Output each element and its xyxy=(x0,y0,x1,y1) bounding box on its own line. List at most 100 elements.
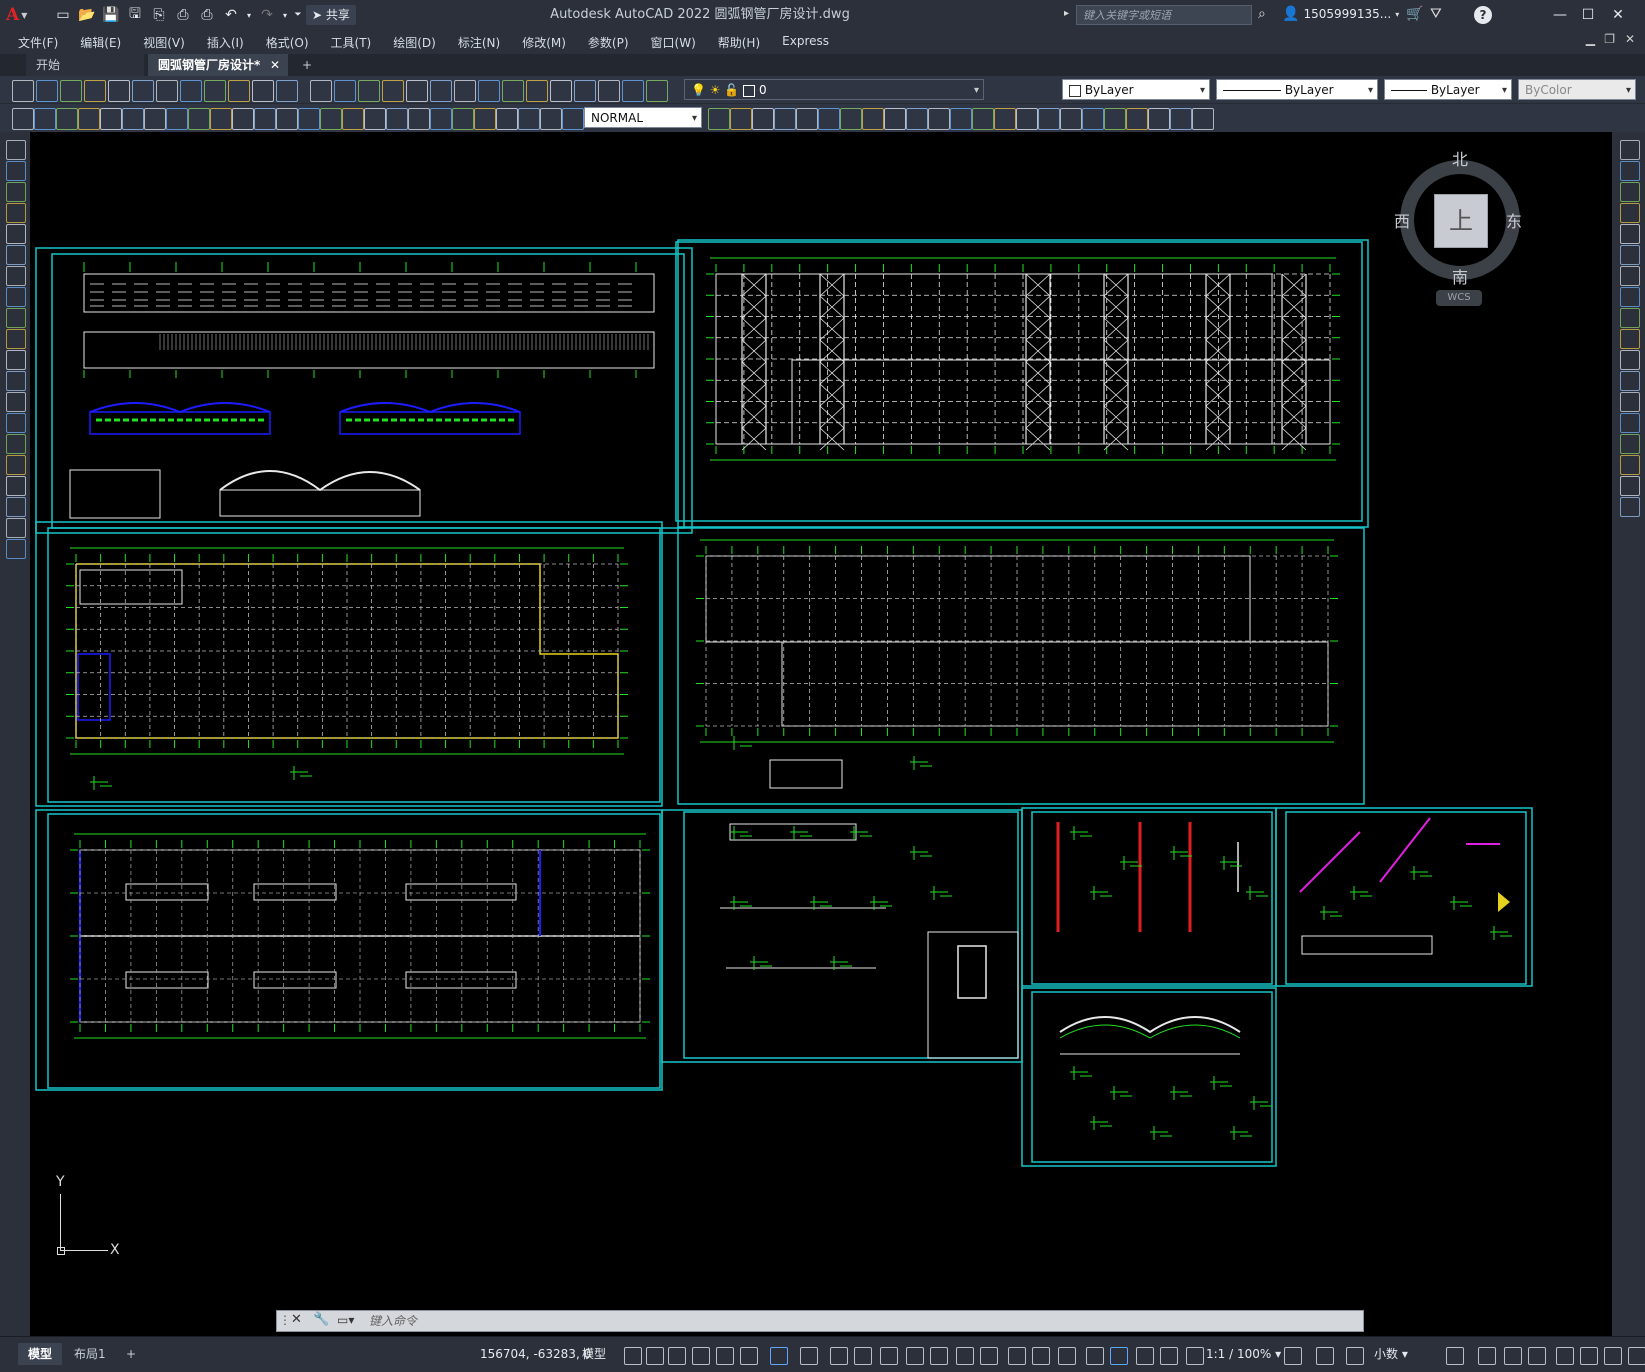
toolbar-tool-icon[interactable] xyxy=(132,80,154,102)
toolbar-tool-icon[interactable] xyxy=(100,108,122,130)
cloud-open-icon[interactable]: ⎘ xyxy=(148,4,170,26)
menu-item-7[interactable]: 标注(N) xyxy=(447,34,511,51)
side-tool-icon[interactable] xyxy=(6,476,26,496)
status-toggle-icon[interactable] xyxy=(1504,1347,1522,1365)
menu-item-8[interactable]: 修改(M) xyxy=(511,34,577,51)
undo-icon[interactable]: ↶ xyxy=(220,4,242,26)
status-toggle-icon[interactable] xyxy=(1316,1347,1334,1365)
compass-north[interactable]: 北 xyxy=(1452,146,1468,170)
toolbar-tool-icon[interactable] xyxy=(774,108,796,130)
side-tool-icon[interactable] xyxy=(6,224,26,244)
annotation-scale[interactable]: 1:1 / 100% ▾ xyxy=(1202,1343,1285,1365)
toolbar-tool-icon[interactable] xyxy=(884,108,906,130)
toolbar-tool-icon[interactable] xyxy=(496,108,518,130)
lineweight-combo[interactable]: ByLayer ▾ xyxy=(1384,79,1512,100)
toolbar-tool-icon[interactable] xyxy=(796,108,818,130)
menu-item-11[interactable]: 帮助(H) xyxy=(707,34,771,51)
toolbar-tool-icon[interactable] xyxy=(574,80,596,102)
menu-item-9[interactable]: 参数(P) xyxy=(577,34,640,51)
toolbar-tool-icon[interactable] xyxy=(204,80,226,102)
redo-icon[interactable]: ↷ xyxy=(256,4,278,26)
toolbar-tool-icon[interactable] xyxy=(478,80,500,102)
new-file-icon[interactable]: ▭ xyxy=(52,4,74,26)
toolbar-tool-icon[interactable] xyxy=(708,108,730,130)
status-toggle-icon[interactable] xyxy=(854,1347,872,1365)
toolbar-tool-icon[interactable] xyxy=(840,108,862,130)
status-toggle-icon[interactable] xyxy=(1136,1347,1154,1365)
toolbar-tool-icon[interactable] xyxy=(78,108,100,130)
toolbar-tool-icon[interactable] xyxy=(156,80,178,102)
side-tool-icon[interactable] xyxy=(1620,224,1640,244)
status-toggle-icon[interactable] xyxy=(930,1347,948,1365)
toolbar-tool-icon[interactable] xyxy=(598,80,620,102)
toolbar-tool-icon[interactable] xyxy=(818,108,840,130)
toolbar-tool-icon[interactable] xyxy=(1148,108,1170,130)
toolbar-tool-icon[interactable] xyxy=(122,108,144,130)
toolbar-tool-icon[interactable] xyxy=(1104,108,1126,130)
plotstyle-combo[interactable]: ByColor ▾ xyxy=(1518,79,1636,100)
side-tool-icon[interactable] xyxy=(6,455,26,475)
status-toggle-icon[interactable] xyxy=(1284,1347,1302,1365)
model-space-toggle[interactable]: 模型 xyxy=(578,1343,610,1365)
toolbar-tool-icon[interactable] xyxy=(562,108,584,130)
toolbar-tool-icon[interactable] xyxy=(12,80,34,102)
status-toggle-icon[interactable] xyxy=(1058,1347,1076,1365)
toolbar-tool-icon[interactable] xyxy=(166,108,188,130)
command-line[interactable]: ⋮ ✕ 🔧 ▭▾ 键入命令 xyxy=(276,1310,1364,1332)
toolbar-tool-icon[interactable] xyxy=(752,108,774,130)
search-icon[interactable]: ⌕ xyxy=(1258,6,1266,22)
status-toggle-icon[interactable] xyxy=(1446,1347,1464,1365)
toolbar-tool-icon[interactable] xyxy=(540,108,562,130)
doc-close-icon[interactable]: ✕ xyxy=(1625,32,1635,46)
linetype-combo[interactable]: ByLayer ▾ xyxy=(1216,79,1378,100)
tab-start[interactable]: 开始 xyxy=(26,54,144,76)
dimstyle-combo[interactable]: NORMAL ▾ xyxy=(584,107,702,128)
chevron-down-icon[interactable]: ▾ xyxy=(244,4,254,26)
side-tool-icon[interactable] xyxy=(1620,182,1640,202)
toolbar-tool-icon[interactable] xyxy=(928,108,950,130)
toolbar-tool-icon[interactable] xyxy=(518,108,540,130)
a360-icon[interactable]: ⛛ xyxy=(1430,6,1442,22)
side-tool-icon[interactable] xyxy=(6,245,26,265)
close-button[interactable]: ✕ xyxy=(1604,0,1632,30)
side-tool-icon[interactable] xyxy=(6,413,26,433)
toolbar-tool-icon[interactable] xyxy=(180,80,202,102)
toolbar-tool-icon[interactable] xyxy=(1038,108,1060,130)
side-tool-icon[interactable] xyxy=(6,350,26,370)
doc-minimize-icon[interactable]: ▁ xyxy=(1586,32,1595,46)
save-icon[interactable]: 💾 xyxy=(100,4,122,26)
color-combo[interactable]: ByLayer ▾ xyxy=(1062,79,1210,100)
status-toggle-icon[interactable] xyxy=(1556,1347,1574,1365)
app-menu-button[interactable]: A ▼ xyxy=(6,4,36,26)
command-input[interactable]: 键入命令 xyxy=(369,1311,417,1331)
toolbar-tool-icon[interactable] xyxy=(862,108,884,130)
side-tool-icon[interactable] xyxy=(6,266,26,286)
side-tool-icon[interactable] xyxy=(6,497,26,517)
toolbar-tool-icon[interactable] xyxy=(56,108,78,130)
toolbar-tool-icon[interactable] xyxy=(188,108,210,130)
toolbar-tool-icon[interactable] xyxy=(334,80,356,102)
side-tool-icon[interactable] xyxy=(6,392,26,412)
side-tool-icon[interactable] xyxy=(6,329,26,349)
status-toggle-icon[interactable] xyxy=(716,1347,734,1365)
side-tool-icon[interactable] xyxy=(6,182,26,202)
status-toggle-icon[interactable] xyxy=(1528,1347,1546,1365)
command-history-icon[interactable]: ▭▾ xyxy=(337,1313,354,1327)
status-toggle-icon[interactable] xyxy=(1032,1347,1050,1365)
toolbar-tool-icon[interactable] xyxy=(108,80,130,102)
status-toggle-icon[interactable] xyxy=(1478,1347,1496,1365)
customize-qat-icon[interactable]: ⏷ xyxy=(292,4,304,26)
save-as-icon[interactable]: 🖫 xyxy=(124,4,146,26)
status-toggle-icon[interactable] xyxy=(956,1347,974,1365)
toolbar-tool-icon[interactable] xyxy=(994,108,1016,130)
toolbar-tool-icon[interactable] xyxy=(276,80,298,102)
toolbar-tool-icon[interactable] xyxy=(232,108,254,130)
toolbar-tool-icon[interactable] xyxy=(646,80,668,102)
toolbar-tool-icon[interactable] xyxy=(406,80,428,102)
menu-item-10[interactable]: 窗口(W) xyxy=(640,34,707,51)
status-toggle-icon[interactable] xyxy=(1186,1347,1204,1365)
open-folder-icon[interactable]: 📂 xyxy=(76,4,98,26)
cloud-save-icon[interactable]: ⎙ xyxy=(172,4,194,26)
side-tool-icon[interactable] xyxy=(1620,308,1640,328)
toolbar-tool-icon[interactable] xyxy=(550,80,572,102)
